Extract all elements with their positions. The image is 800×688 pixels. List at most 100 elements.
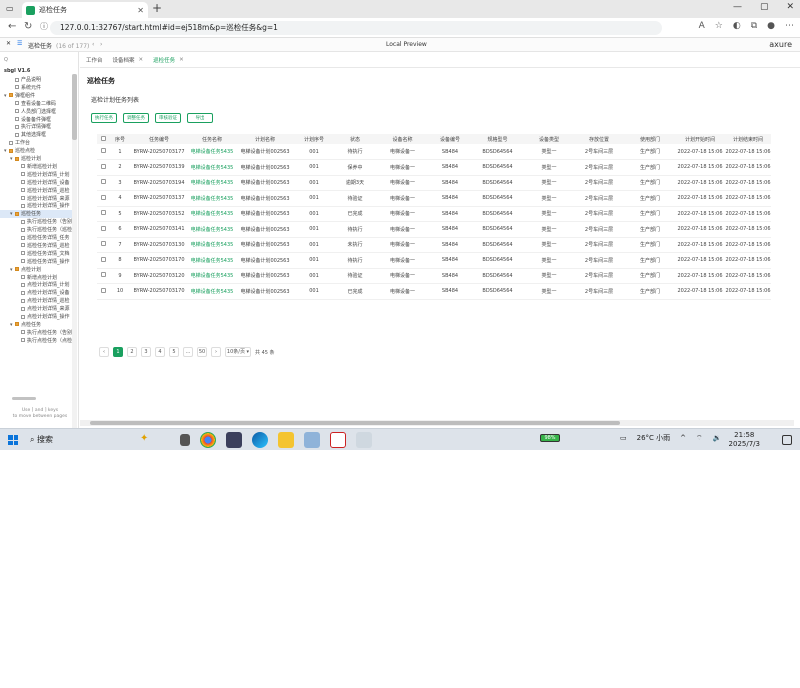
more-icon[interactable]: ⋯ — [785, 21, 794, 31]
task-name-link[interactable]: 电梯设备任务5435 — [187, 206, 237, 222]
sitemap-search-input[interactable]: Q — [4, 57, 74, 65]
sidebar-item[interactable]: ▾ 点检计划 — [0, 266, 72, 274]
sidebar-item[interactable]: 执行巡检任务（巡检 — [0, 226, 72, 234]
read-aloud-icon[interactable]: A — [699, 21, 705, 31]
sidebar-item[interactable]: 工作台 — [0, 139, 72, 147]
task-name-link[interactable]: 电梯设备任务5435 — [187, 159, 237, 176]
copilot-icon[interactable]: ✦ — [140, 433, 148, 444]
last-page-button[interactable]: 50 — [197, 347, 207, 357]
sidebar-hscroll[interactable] — [12, 397, 36, 400]
minimize-icon[interactable]: — — [733, 2, 742, 12]
row-checkbox[interactable] — [97, 206, 109, 222]
sidebar-item[interactable]: 执行点检任务（告别 — [0, 329, 72, 337]
task-name-link[interactable]: 电梯设备任务5435 — [187, 144, 237, 160]
sidebar-item[interactable]: 系统元件 — [0, 84, 72, 92]
tray-chevron-icon[interactable]: ^ — [680, 434, 686, 442]
page-size-select[interactable]: 10条/页 ▾ — [225, 347, 251, 357]
task-name-link[interactable]: 电梯设备任务5435 — [187, 237, 237, 253]
task-name-link[interactable]: 电梯设备任务5435 — [187, 283, 237, 300]
url-input[interactable]: 127.0.0.1:32767/start.html#id=ej518m&p=巡… — [50, 21, 662, 35]
row-checkbox[interactable] — [97, 237, 109, 253]
page-button[interactable]: 4 — [155, 347, 165, 357]
browser-tab[interactable]: 巡检任务 ✕ — [22, 2, 148, 18]
sidebar-item[interactable]: 点检计划详情_巡检 — [0, 297, 72, 305]
app-icon[interactable] — [226, 432, 242, 448]
table-row[interactable]: 6 BYRW-20250703141 电梯设备任务5435 电梯设备计划002563 0… — [97, 221, 771, 238]
toolbar-button[interactable]: 调整任务 — [123, 113, 149, 123]
sidebar-item[interactable]: 巡检计划详情_计划 — [0, 171, 72, 179]
sidebar-item[interactable]: 新增巡检计划 — [0, 163, 72, 171]
chrome-icon[interactable] — [200, 432, 216, 448]
sidebar-item[interactable]: 巡检计划详情_设备 — [0, 179, 72, 187]
battery-indicator[interactable]: 98% — [540, 434, 560, 442]
edge-icon[interactable] — [252, 432, 268, 448]
page-tab[interactable]: 设备档案 ✕ — [113, 56, 144, 64]
table-row[interactable]: 9 BYRW-20250703120 电梯设备任务5435 电梯设备计划002563 0… — [97, 268, 771, 284]
row-checkbox[interactable] — [97, 159, 109, 176]
volume-icon[interactable]: 🔉 — [713, 434, 722, 442]
prev-page-button[interactable]: ‹ — [99, 347, 109, 357]
table-row[interactable]: 4 BYRW-20250703137 电梯设备任务5435 电梯设备计划002563 0… — [97, 190, 771, 207]
toolbar-button[interactable]: 审核验证 — [155, 113, 181, 123]
next-page-icon[interactable]: › — [100, 41, 102, 48]
favorite-icon[interactable]: ☆ — [715, 21, 723, 31]
sidebar-item[interactable]: 巡检计划详情_来源 — [0, 195, 72, 203]
next-page-button[interactable]: › — [211, 347, 221, 357]
app2-icon[interactable] — [304, 432, 320, 448]
collapse-icon[interactable]: ✕ — [6, 40, 11, 47]
profile-icon[interactable]: ● — [767, 21, 775, 31]
weather-icon[interactable]: ▭ — [620, 434, 627, 442]
collections-icon[interactable]: ⧉ — [751, 21, 757, 31]
row-checkbox[interactable] — [97, 283, 109, 300]
sidebar-item[interactable]: 点检计划详情_操作 — [0, 313, 72, 321]
extensions-icon[interactable]: ◐ — [733, 21, 741, 31]
sidebar-item[interactable]: 设备备件弹框 — [0, 116, 72, 124]
task-name-link[interactable]: 电梯设备任务5435 — [187, 268, 237, 284]
select-all-checkbox[interactable] — [97, 134, 109, 144]
sidebar-item[interactable]: 巡检任务详情_文档 — [0, 250, 72, 258]
sidebar-item[interactable]: 巡检任务详情_操作 — [0, 258, 72, 266]
task-name-link[interactable]: 电梯设备任务5435 — [187, 190, 237, 207]
axure-app-icon[interactable] — [330, 432, 346, 448]
sidebar-item[interactable]: 新增点检计划 — [0, 274, 72, 282]
page-tab[interactable]: 巡检任务 ✕ — [153, 56, 184, 64]
maximize-icon[interactable]: ▢ — [760, 2, 769, 12]
sidebar-item[interactable]: ▾ 点检任务 — [0, 321, 72, 329]
sidebar-item[interactable]: 巡检任务详情_巡检 — [0, 242, 72, 250]
tab-close-icon[interactable]: ✕ — [137, 6, 144, 15]
browser-menu-icon[interactable]: ▭ — [6, 4, 14, 13]
sidebar-item[interactable]: 点检计划详情_设备 — [0, 289, 72, 297]
page-button[interactable]: 2 — [127, 347, 137, 357]
sidebar-item[interactable]: 其他选择框 — [0, 131, 72, 139]
sidebar-item[interactable]: ▾ 巡检点检 — [0, 147, 72, 155]
table-row[interactable]: 3 BYRW-20250703194 电梯设备任务5435 电梯设备计划002563 0… — [97, 175, 771, 191]
sidebar-item[interactable]: ▾ 弹框组件 — [0, 92, 72, 100]
app3-icon[interactable] — [356, 432, 372, 448]
taskbar-search[interactable]: ⌕ 搜索 — [30, 433, 90, 447]
sidebar-item[interactable]: 人员部门选择框 — [0, 108, 72, 116]
sidebar-item[interactable]: 巡检任务详情_任务 — [0, 234, 72, 242]
table-row[interactable]: 10 BYRW-20250703170 电梯设备任务5435 电梯设备计划002563… — [97, 283, 771, 300]
wifi-icon[interactable]: ⌔ — [696, 434, 703, 443]
page-button[interactable]: 5 — [169, 347, 179, 357]
new-tab-icon[interactable]: + — [152, 1, 162, 15]
taskbar-clock[interactable]: 21:58 2025/7/3 — [729, 431, 760, 449]
sidebar-scrollbar[interactable] — [72, 74, 77, 434]
refresh-icon[interactable]: ↻ — [24, 21, 32, 32]
task-name-link[interactable]: 电梯设备任务5435 — [187, 221, 237, 238]
site-info-icon[interactable]: ⓘ — [40, 21, 48, 32]
page-button[interactable]: 1 — [113, 347, 123, 357]
row-checkbox[interactable] — [97, 175, 109, 191]
row-checkbox[interactable] — [97, 268, 109, 284]
toolbar-button[interactable]: 导出 — [187, 113, 213, 123]
page-ellipsis[interactable]: … — [183, 347, 193, 357]
sidebar-item[interactable]: 执行详情弹框 — [0, 123, 72, 131]
task-name-link[interactable]: 电梯设备任务5435 — [187, 175, 237, 191]
table-row[interactable]: 1 BYRW-20250703177 电梯设备任务5435 电梯设备计划002563 0… — [97, 144, 771, 160]
sidebar-item[interactable]: 查看设备二维码 — [0, 100, 72, 108]
toolbar-button[interactable]: 执行任务 — [91, 113, 117, 123]
prev-page-icon[interactable]: ‹ — [92, 41, 94, 48]
task-view-icon[interactable] — [180, 434, 190, 446]
sidebar-item[interactable]: 点检计划详情_来源 — [0, 305, 72, 313]
task-name-link[interactable]: 电梯设备任务5435 — [187, 252, 237, 269]
